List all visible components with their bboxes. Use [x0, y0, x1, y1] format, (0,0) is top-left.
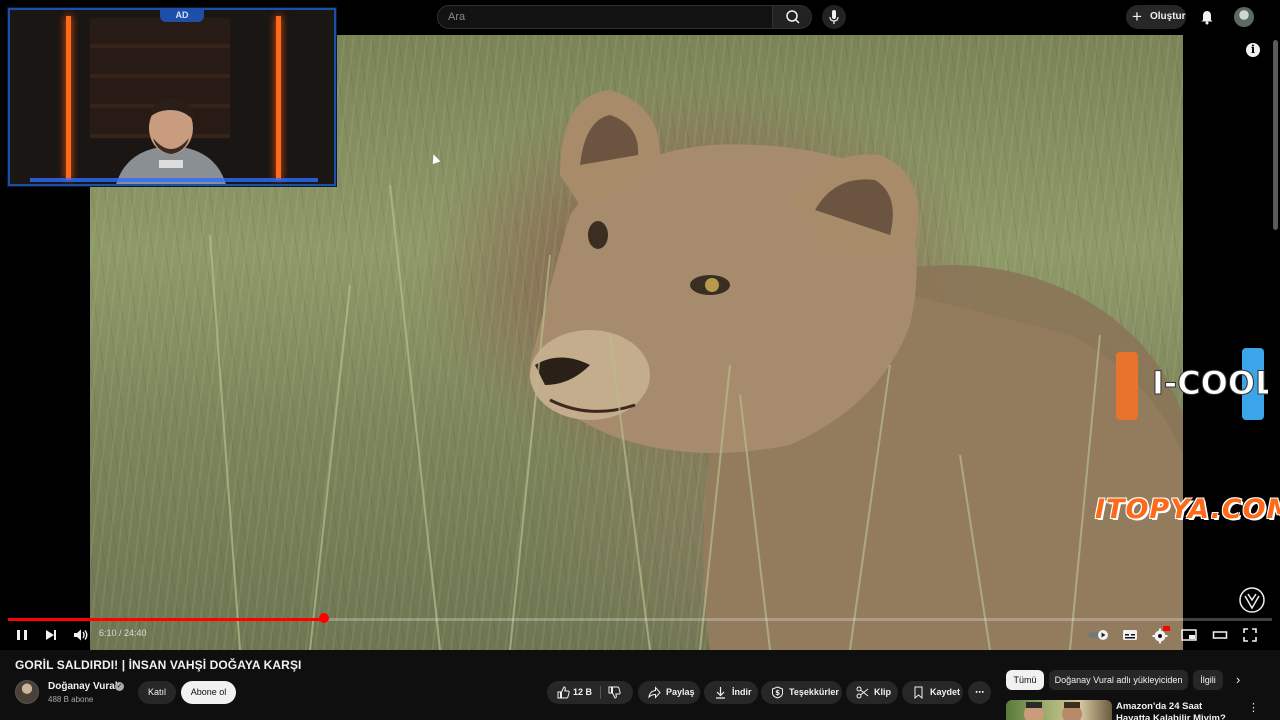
webcam-frame-accent	[30, 178, 318, 182]
fullscreen-button[interactable]	[1242, 626, 1258, 644]
verified-badge-icon: ✓	[115, 682, 124, 691]
download-button[interactable]: İndir	[704, 681, 758, 704]
like-count[interactable]: 12 B	[573, 681, 592, 704]
scissors-icon	[856, 686, 869, 699]
streamer-person-image	[116, 97, 226, 184]
volume-icon	[74, 629, 88, 641]
progress-bar-fill	[8, 618, 324, 621]
share-icon	[648, 686, 661, 699]
fullscreen-icon	[1243, 628, 1257, 642]
download-label: İndir	[732, 687, 752, 697]
webcam-led-left	[66, 16, 71, 180]
chip-from-uploader[interactable]: Doğanay Vural adlı yükleyiciden	[1049, 670, 1188, 690]
page-scrollbar[interactable]	[1273, 40, 1278, 230]
bell-icon[interactable]	[1199, 9, 1215, 25]
time-display: 6:10 / 24:40	[99, 628, 147, 638]
progress-bar[interactable]	[8, 613, 1272, 623]
chip-related[interactable]: İlgili	[1193, 670, 1223, 690]
pause-icon	[17, 630, 27, 640]
video-info-icon[interactable]: i	[1246, 43, 1260, 57]
like-divider	[600, 686, 601, 699]
svg-text:$: $	[775, 689, 780, 697]
channel-watermark-icon[interactable]	[1238, 586, 1266, 614]
share-label: Paylaş	[666, 687, 695, 697]
miniplayer-button[interactable]	[1181, 626, 1197, 644]
microphone-icon	[829, 10, 839, 24]
like-dislike-group: 12 B	[547, 681, 633, 704]
channel-name[interactable]: Doğanay Vural	[48, 681, 118, 692]
more-actions-button[interactable]: ⋯	[968, 681, 991, 704]
plus-icon: +	[1132, 7, 1142, 26]
clip-button[interactable]: Klip	[846, 681, 898, 704]
create-label: Oluştur	[1150, 11, 1186, 22]
thumbs-down-icon[interactable]	[608, 686, 621, 699]
subscribe-button[interactable]: Abone ol	[181, 681, 236, 704]
sponsor-icool-logo: I-COOL	[1116, 348, 1268, 420]
search-input[interactable]: Ara	[437, 5, 773, 29]
webcam-led-right	[276, 16, 281, 180]
autoplay-toggle-icon	[1088, 630, 1108, 640]
thanks-button[interactable]: $ Teşekkürler	[761, 681, 842, 704]
save-label: Kaydet	[930, 687, 961, 697]
search-icon	[786, 10, 800, 24]
download-icon	[716, 687, 725, 699]
recommendation-thumbnail-image	[1024, 702, 1082, 720]
thumbs-up-icon[interactable]	[557, 686, 570, 699]
gear-icon	[1152, 626, 1170, 644]
account-avatar[interactable]	[1234, 7, 1254, 27]
mute-button[interactable]	[72, 626, 90, 644]
join-button[interactable]: Katıl	[138, 681, 176, 704]
miniplayer-icon	[1181, 629, 1197, 641]
subtitles-icon	[1123, 630, 1137, 640]
streamer-webcam-overlay: AD	[8, 8, 336, 186]
video-title: GORİL SALDIRDI! | İNSAN VAHŞİ DOĞAYA KAR…	[15, 658, 302, 672]
voice-search-button[interactable]	[822, 5, 846, 29]
sponsor-icool-text: I-COOL	[1152, 364, 1268, 402]
theater-mode-button[interactable]	[1212, 626, 1228, 644]
chevron-right-icon[interactable]: ›	[1236, 672, 1240, 687]
recommendation-thumbnail[interactable]	[1006, 700, 1112, 720]
skip-next-icon	[46, 630, 56, 640]
save-button[interactable]: Kaydet	[902, 681, 963, 704]
more-horizontal-icon: ⋯	[975, 687, 984, 697]
bookmark-icon	[914, 686, 923, 699]
chip-all[interactable]: Tümü	[1006, 670, 1044, 690]
search-button[interactable]	[772, 5, 812, 29]
more-vertical-icon[interactable]: ⋮	[1248, 701, 1259, 714]
thanks-heart-icon: $	[772, 686, 783, 699]
share-button[interactable]: Paylaş	[638, 681, 700, 704]
next-video-button[interactable]	[43, 626, 59, 644]
thanks-label: Teşekkürler	[789, 687, 839, 697]
create-button[interactable]: + Oluştur	[1126, 5, 1186, 29]
recommendation-title[interactable]: Amazon'da 24 Saat Hayatta Kalabilir Miyi…	[1116, 701, 1236, 720]
progress-scrubber-handle[interactable]	[319, 613, 329, 623]
video-player[interactable]: AD I-COOL ITOPYA.COM i Ara + Oluştur 6:1…	[0, 0, 1280, 650]
webcam-channel-logo: AD	[160, 10, 204, 22]
settings-button[interactable]	[1152, 626, 1170, 644]
pause-button[interactable]	[14, 626, 30, 644]
subtitles-button[interactable]	[1122, 626, 1138, 644]
theater-mode-icon	[1212, 631, 1228, 639]
clip-label: Klip	[874, 687, 891, 697]
channel-avatar[interactable]	[15, 680, 39, 704]
autoplay-toggle[interactable]	[1087, 626, 1111, 644]
sponsor-itopya-logo: ITOPYA.COM	[1095, 494, 1280, 525]
youtube-watch-page: AD I-COOL ITOPYA.COM i Ara + Oluştur 6:1…	[0, 0, 1280, 720]
subscriber-count: 488 B abone	[48, 695, 94, 704]
